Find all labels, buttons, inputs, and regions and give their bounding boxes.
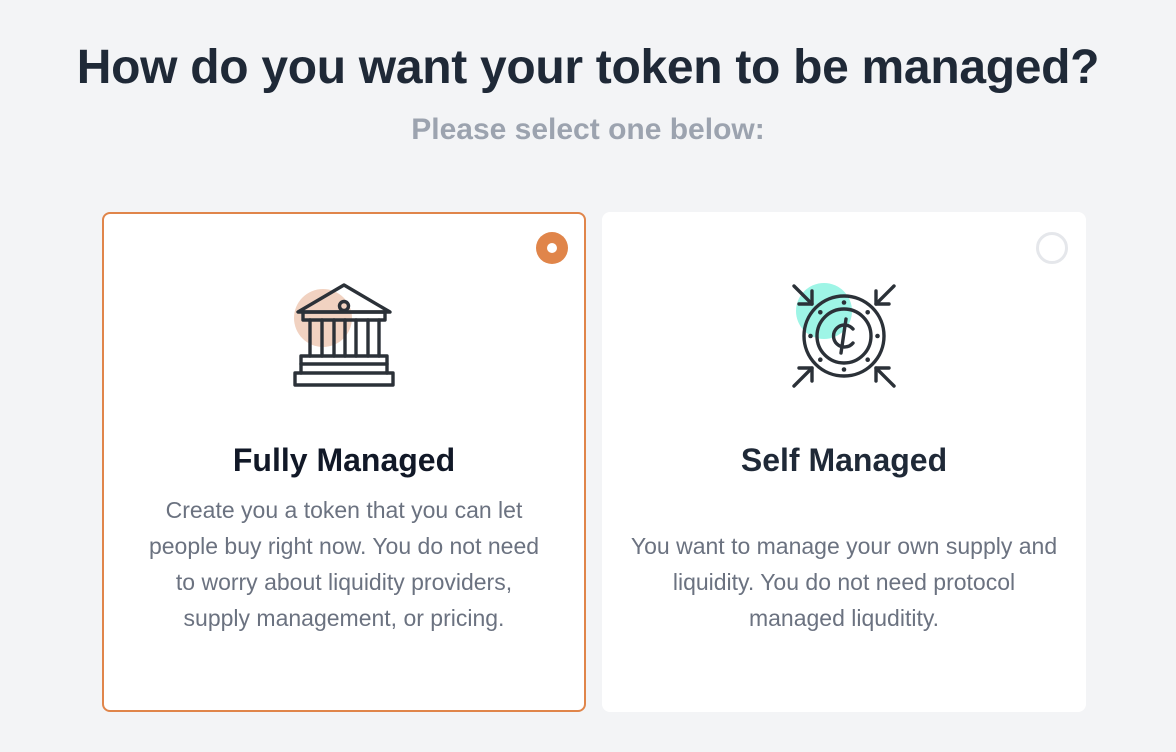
self-managed-title: Self Managed — [740, 442, 948, 478]
self-managed-radio[interactable] — [1036, 232, 1068, 264]
page-subtitle: Please select one below: — [411, 113, 765, 146]
bank-icon — [284, 276, 404, 396]
fully-managed-radio[interactable] — [536, 232, 568, 264]
fully-managed-title: Fully Managed — [232, 442, 456, 478]
coin-arrows-icon — [784, 276, 904, 396]
page-title: How do you want your token to be managed… — [76, 41, 1100, 94]
fully-managed-description: Create you a token that you can let peop… — [148, 497, 540, 631]
self-managed-description: You want to manage your own supply and l… — [630, 533, 1058, 631]
self-managed-option-card[interactable]: Self Managed You want to manage your own… — [602, 212, 1086, 712]
fully-managed-option-card[interactable]: Fully Managed Create you a token that yo… — [102, 212, 586, 712]
